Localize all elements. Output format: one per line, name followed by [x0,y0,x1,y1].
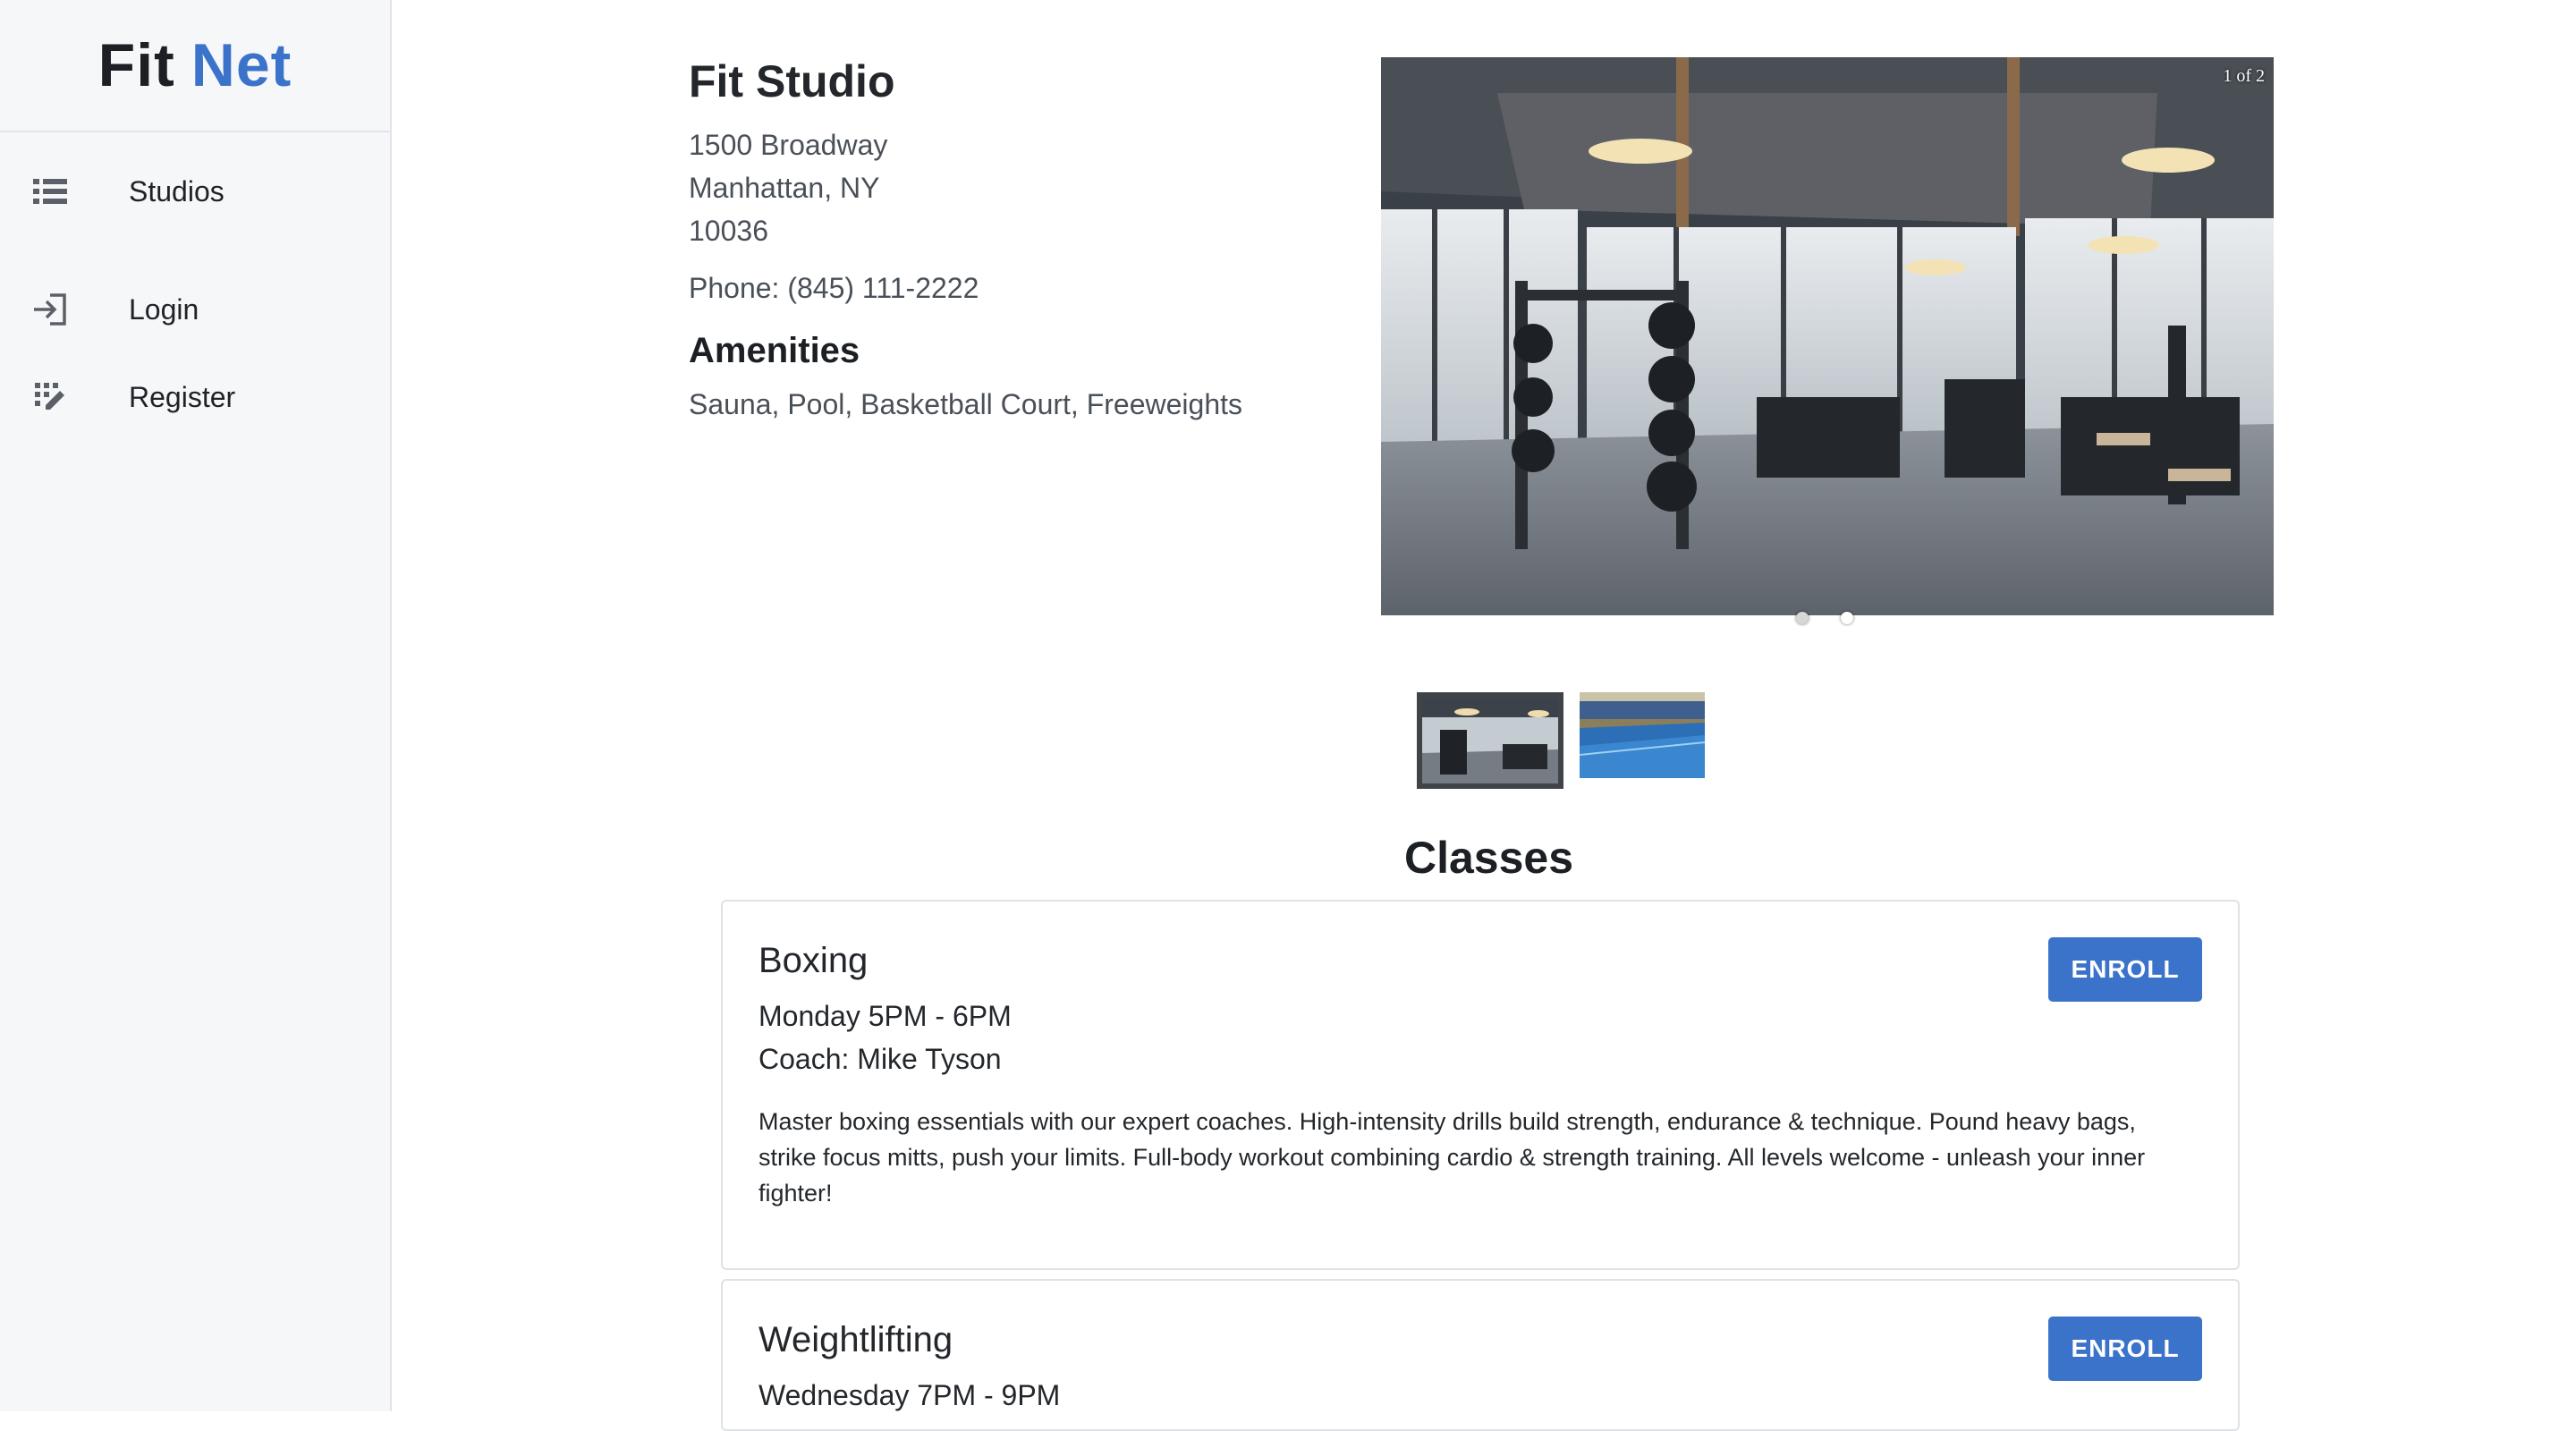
class-time: Wednesday 7PM - 9PM [758,1379,1061,1411]
brand-logo[interactable]: Fit Net [0,0,390,132]
image-carousel[interactable]: 1 of 2 [1381,57,2274,615]
classes-heading: Classes [1404,833,1574,883]
class-name: Boxing [758,941,869,980]
sidebar-item-label: Login [129,292,199,326]
brand-fit: Fit [97,31,175,99]
class-time: Monday 5PM - 6PM [758,1000,1012,1032]
class-card-weightlifting: Weightlifting ENROLL Wednesday 7PM - 9PM [721,1279,2240,1431]
studio-title: Fit Studio [689,56,895,106]
login-icon [32,292,68,327]
enroll-button[interactable]: ENROLL [2048,1317,2202,1381]
thumbnail-gym[interactable] [1417,692,1563,789]
amenities-heading: Amenities [689,331,860,370]
class-coach: Coach: Mike Tyson [758,1043,1002,1075]
class-card-boxing: Boxing ENROLL Monday 5PM - 6PM Coach: Mi… [721,900,2240,1270]
register-icon [32,379,68,415]
sidebar-item-label: Register [129,380,236,413]
sidebar: Fit Net Studios Login Register [0,0,392,1411]
address-zip: 10036 [689,215,768,247]
carousel-dots [1796,612,1853,624]
brand-net: Net [191,31,292,99]
carousel-dot-2[interactable] [1841,612,1853,624]
enroll-button[interactable]: ENROLL [2048,937,2202,1002]
amenities-list: Sauna, Pool, Basketball Court, Freeweigh… [689,388,1242,420]
thumbnail-pool[interactable] [1580,692,1705,778]
sidebar-item-label: Studios [129,174,225,207]
sidebar-item-register[interactable]: Register [0,361,390,433]
sidebar-item-login[interactable]: Login [0,274,390,345]
gym-floor-image [1381,57,2274,615]
sidebar-item-studios[interactable]: Studios [0,156,390,227]
list-icon [32,174,68,209]
class-name: Weightlifting [758,1320,953,1359]
class-description: Master boxing essentials with our expert… [758,1108,2146,1207]
carousel-dot-1[interactable] [1796,612,1809,624]
address-line2: Manhattan, NY [689,172,880,204]
address-line1: 1500 Broadway [689,129,888,161]
studio-phone: Phone: (845) 111-2222 [689,272,979,304]
slide-counter: 1 of 2 [2223,66,2265,86]
